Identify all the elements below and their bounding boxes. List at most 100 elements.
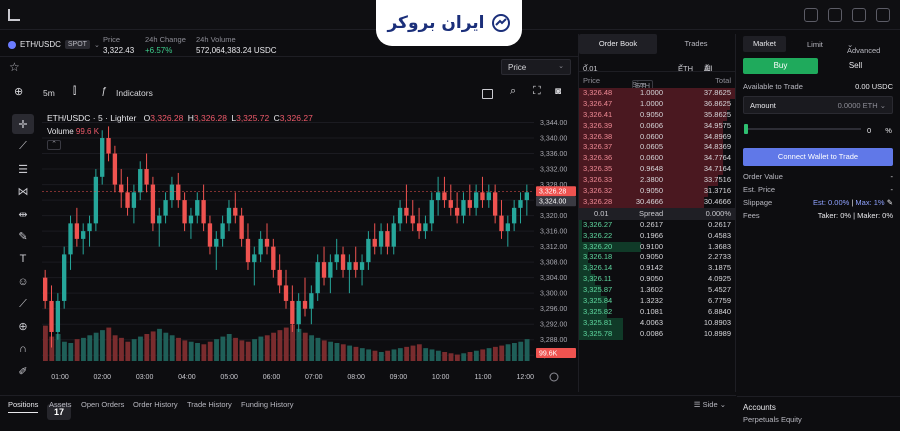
book-filter[interactable]: ☰ All ⌄: [704, 59, 712, 73]
candle-body: [296, 300, 301, 325]
layout-icon[interactable]: [482, 89, 493, 99]
order-book-tabs: Order Book Trades: [579, 34, 735, 54]
bid-row[interactable]: 3,326.22 0.1966 0.4583: [579, 230, 735, 242]
side-toggle: Buy Sell: [743, 58, 893, 74]
bid-row[interactable]: 3,325.78 0.0086 10.8989: [579, 328, 735, 340]
edit-icon[interactable]: ✎: [887, 198, 893, 207]
volume-bar: [435, 350, 441, 361]
bid-row[interactable]: 3,325.84 1.3232 6.7759: [579, 296, 735, 307]
candle-body: [410, 215, 415, 224]
candle-type-icon[interactable]: ⫿: [73, 86, 76, 97]
row-size: 0.0605: [640, 142, 663, 152]
tab-market[interactable]: Market: [743, 36, 786, 52]
tab-assets[interactable]: Assets: [49, 400, 72, 409]
price-type-select[interactable]: Price ⌄: [501, 59, 571, 75]
window-icon[interactable]: [804, 8, 818, 22]
price-type-value: Price: [508, 63, 527, 72]
fullscreen-icon[interactable]: ⛶: [533, 85, 541, 98]
ruler-icon[interactable]: ⟋: [12, 294, 34, 314]
row-size: 30.4666: [635, 196, 663, 206]
star-icon[interactable]: ☆: [9, 60, 20, 74]
interval-button[interactable]: 5m: [43, 88, 55, 98]
candle-body: [404, 207, 409, 216]
lock-draw-icon[interactable]: ✐: [12, 362, 34, 382]
text-icon[interactable]: T: [12, 249, 34, 269]
zoom-icon[interactable]: ⌕: [510, 85, 516, 98]
ask-row[interactable]: 3,326.38 0.0600 34.8969: [579, 131, 735, 143]
bid-row[interactable]: 3,326.14 0.9142 3.1875: [579, 263, 735, 275]
asset-select[interactable]: ETH ⌄: [678, 59, 693, 73]
volume-bar: [309, 335, 315, 361]
ask-row[interactable]: 3,326.47 1.0000 36.8625: [579, 98, 735, 110]
ask-row[interactable]: 3,326.41 0.9050 35.8625: [579, 109, 735, 121]
ask-row[interactable]: 3,326.28 30.4666 30.4666: [579, 196, 735, 208]
bid-row[interactable]: 3,326.18 0.9050 2.2733: [579, 252, 735, 264]
tab-trades[interactable]: Trades: [657, 34, 735, 54]
sell-button[interactable]: Sell: [818, 58, 893, 74]
side-filter[interactable]: ☰ Side ⌄: [694, 400, 726, 409]
bid-row[interactable]: 3,325.81 4.0063 10.8903: [579, 317, 735, 329]
slippage-row: Slippage Est: 0.00% | Max: 1% ✎: [743, 198, 893, 207]
row-price: 3,326.32: [583, 186, 613, 196]
tab-order-history[interactable]: Order History: [133, 400, 178, 409]
buy-button[interactable]: Buy: [743, 58, 818, 74]
bid-row[interactable]: 3,325.82 0.1081 6.8840: [579, 306, 735, 318]
bid-row[interactable]: 3,326.20 0.9100 1.3683: [579, 241, 735, 253]
tab-open-orders[interactable]: Open Orders: [81, 400, 124, 409]
volume-bar: [448, 353, 454, 361]
tab-advanced[interactable]: Advanced ⌄: [847, 40, 880, 55]
ask-row[interactable]: 3,326.36 0.0600 34.7764: [579, 153, 735, 165]
row-size: 1.3232: [640, 296, 663, 306]
zoom-in-icon[interactable]: ⊕: [12, 317, 34, 337]
window-icon[interactable]: [852, 8, 866, 22]
amount-input[interactable]: 0.0000 ETH ⌄: [838, 101, 886, 110]
fib-icon[interactable]: ☰: [12, 159, 34, 179]
magnet-icon[interactable]: ∩: [12, 339, 34, 359]
volume-bar: [93, 332, 99, 361]
percent-input[interactable]: 0 %: [867, 126, 892, 135]
candlestick-chart[interactable]: 3,348.003,344.003,340.003,336.003,332.00…: [38, 105, 578, 391]
trendline-icon[interactable]: ⟋: [12, 137, 34, 157]
bid-row[interactable]: 3,326.27 0.2617 0.2617: [579, 219, 735, 231]
ask-row[interactable]: 3,326.37 0.0605 34.8369: [579, 142, 735, 154]
bid-row[interactable]: 3,326.11 0.9050 4.0925: [579, 274, 735, 286]
tab-funding-history[interactable]: Funding History: [241, 400, 294, 409]
bid-row[interactable]: 3,325.87 1.3602 5.4527: [579, 285, 735, 297]
amount-field[interactable]: Amount 0.0000 ETH ⌄: [743, 96, 893, 114]
tab-limit[interactable]: Limit: [807, 40, 823, 49]
collapse-legend-button[interactable]: ⌃: [47, 140, 61, 150]
amount-slider[interactable]: [744, 124, 861, 134]
tab-order-book[interactable]: Order Book: [579, 34, 657, 54]
tab-trade-history[interactable]: Trade History: [187, 400, 232, 409]
volume-bar: [404, 346, 410, 361]
ask-row[interactable]: 3,326.48 1.0000 37.8625: [579, 88, 735, 99]
menu-icon[interactable]: [8, 9, 20, 21]
indicators-button[interactable]: Indicators: [116, 88, 153, 98]
slider-handle[interactable]: [744, 124, 748, 134]
volume-bar: [353, 346, 359, 361]
row-price: 3,325.82: [583, 306, 613, 316]
pattern-icon[interactable]: ⋈: [12, 182, 34, 202]
drawing-toolbar: ✛ ⟋ ☰ ⋈ ⇹ ✎ T ☺ ⟋ ⊕ ∩ ✐: [12, 114, 36, 384]
tick-size-select[interactable]: 0.01 ⌄: [583, 59, 598, 73]
candle-body: [454, 207, 460, 216]
y-tick-label: 3,340.00: [540, 136, 567, 143]
current-price-tag: 3,324.00: [539, 199, 566, 206]
ask-row[interactable]: 3,326.32 0.9050 31.3716: [579, 186, 735, 197]
tab-positions[interactable]: Positions: [8, 400, 39, 413]
measure-icon[interactable]: ⇹: [12, 204, 34, 224]
ask-row[interactable]: 3,326.35 0.9648 34.7164: [579, 164, 735, 176]
emoji-icon[interactable]: ☺: [12, 272, 34, 292]
candle-body: [283, 285, 289, 301]
crosshair-icon[interactable]: ✛: [12, 114, 34, 134]
window-icon[interactable]: [876, 8, 890, 22]
ask-row[interactable]: 3,326.33 2.3800 33.7516: [579, 175, 735, 187]
ask-row[interactable]: 3,326.39 0.0606 34.9575: [579, 120, 735, 132]
connect-wallet-button[interactable]: Connect Wallet to Trade: [743, 148, 893, 166]
camera-icon[interactable]: ◙: [555, 86, 561, 97]
window-icon[interactable]: [828, 8, 842, 22]
add-icon[interactable]: ⊕: [14, 85, 23, 98]
candle-body: [68, 223, 73, 255]
brush-icon[interactable]: ✎: [12, 227, 34, 247]
pair-selector[interactable]: ETH/USDC SPOT ⌄: [8, 40, 100, 49]
